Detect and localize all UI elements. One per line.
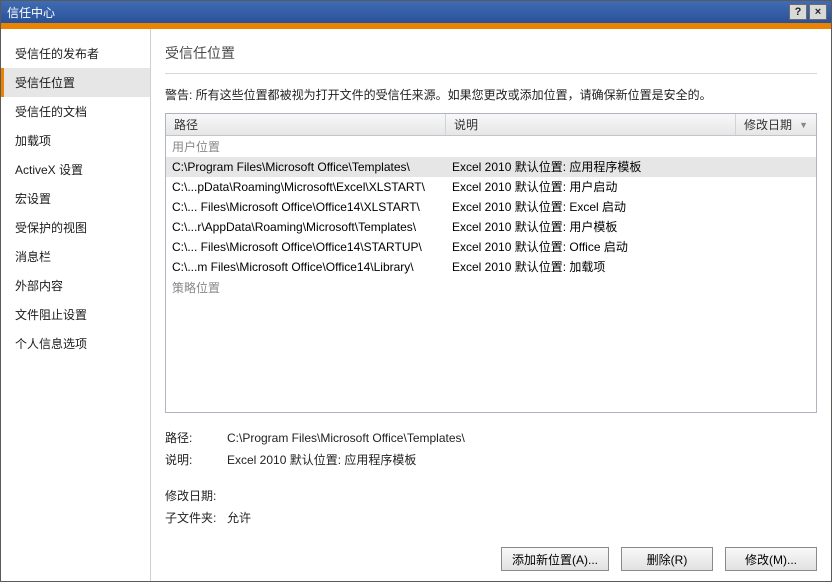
divider [165, 73, 817, 74]
sidebar-item[interactable]: 受信任的文档 [1, 97, 150, 126]
sidebar-item[interactable]: 外部内容 [1, 271, 150, 300]
modify-location-button[interactable]: 修改(M)... [725, 547, 817, 571]
window-control-buttons: ? × [787, 4, 827, 20]
cell-path: C:\...r\AppData\Roaming\Microsoft\Templa… [166, 218, 446, 236]
cell-description: Excel 2010 默认位置: Excel 启动 [446, 198, 736, 216]
cell-description: Excel 2010 默认位置: 用户启动 [446, 178, 736, 196]
sort-descending-icon: ▼ [799, 120, 808, 130]
cell-path: C:\... Files\Microsoft Office\Office14\S… [166, 238, 446, 256]
list-item[interactable]: C:\... Files\Microsoft Office\Office14\X… [166, 197, 816, 217]
cell-description: Excel 2010 默认位置: Office 启动 [446, 238, 736, 256]
cell-date [736, 238, 816, 256]
sidebar-item[interactable]: 文件阻止设置 [1, 300, 150, 329]
cell-date [736, 158, 816, 176]
detail-desc-value: Excel 2010 默认位置: 应用程序模板 [227, 449, 817, 471]
warning-text: 警告: 所有这些位置都被视为打开文件的受信任来源。如果您更改或添加位置，请确保新… [165, 86, 817, 103]
remove-location-button[interactable]: 删除(R) [621, 547, 713, 571]
list-item[interactable]: C:\Program Files\Microsoft Office\Templa… [166, 157, 816, 177]
cell-path: C:\Program Files\Microsoft Office\Templa… [166, 158, 446, 176]
list-body[interactable]: 用户位置C:\Program Files\Microsoft Office\Te… [166, 136, 816, 412]
sidebar-item[interactable]: 加载项 [1, 126, 150, 155]
detail-date-value [227, 485, 817, 507]
sidebar-item[interactable]: 受信任的发布者 [1, 39, 150, 68]
detail-path-value: C:\Program Files\Microsoft Office\Templa… [227, 427, 817, 449]
detail-desc-label: 说明: [165, 449, 227, 471]
detail-path-label: 路径: [165, 427, 227, 449]
cell-description: Excel 2010 默认位置: 用户模板 [446, 218, 736, 236]
cell-date [736, 198, 816, 216]
cell-description: Excel 2010 默认位置: 应用程序模板 [446, 158, 736, 176]
titlebar: 信任中心 ? × [1, 1, 831, 23]
sidebar-item[interactable]: 消息栏 [1, 242, 150, 271]
column-header-description[interactable]: 说明 [446, 114, 736, 135]
detail-subfolder-value: 允许 [227, 507, 817, 529]
sidebar-item[interactable]: 宏设置 [1, 184, 150, 213]
help-button[interactable]: ? [789, 4, 807, 20]
sidebar: 受信任的发布者受信任位置受信任的文档加载项ActiveX 设置宏设置受保护的视图… [1, 29, 151, 581]
list-item[interactable]: C:\...r\AppData\Roaming\Microsoft\Templa… [166, 217, 816, 237]
trust-center-window: 信任中心 ? × 受信任的发布者受信任位置受信任的文档加载项ActiveX 设置… [0, 0, 832, 582]
cell-description: Excel 2010 默认位置: 加载项 [446, 258, 736, 276]
list-group-header: 策略位置 [166, 277, 816, 298]
cell-date [736, 218, 816, 236]
cell-path: C:\... Files\Microsoft Office\Office14\X… [166, 198, 446, 216]
cell-date [736, 178, 816, 196]
sidebar-item[interactable]: 受信任位置 [1, 68, 150, 97]
cell-path: C:\...pData\Roaming\Microsoft\Excel\XLST… [166, 178, 446, 196]
column-header-date[interactable]: 修改日期 ▼ [736, 114, 816, 135]
cell-date [736, 258, 816, 276]
action-buttons: 添加新位置(A)... 删除(R) 修改(M)... [501, 547, 817, 571]
location-details: 路径: C:\Program Files\Microsoft Office\Te… [165, 427, 817, 529]
sidebar-item[interactable]: 受保护的视图 [1, 213, 150, 242]
dialog-body: 受信任的发布者受信任位置受信任的文档加载项ActiveX 设置宏设置受保护的视图… [1, 29, 831, 581]
trusted-locations-list: 路径 说明 修改日期 ▼ 用户位置C:\Program Files\Micros… [165, 113, 817, 413]
list-item[interactable]: C:\... Files\Microsoft Office\Office14\S… [166, 237, 816, 257]
panel-heading: 受信任位置 [165, 43, 817, 63]
sidebar-item[interactable]: 个人信息选项 [1, 329, 150, 358]
column-header-date-label: 修改日期 [744, 116, 792, 133]
sidebar-item[interactable]: ActiveX 设置 [1, 155, 150, 184]
cell-path: C:\...m Files\Microsoft Office\Office14\… [166, 258, 446, 276]
detail-date-label: 修改日期: [165, 485, 227, 507]
column-header-path[interactable]: 路径 [166, 114, 446, 135]
detail-subfolder-label: 子文件夹: [165, 507, 227, 529]
main-panel: 受信任位置 警告: 所有这些位置都被视为打开文件的受信任来源。如果您更改或添加位… [151, 29, 831, 581]
window-title: 信任中心 [7, 4, 787, 21]
list-item[interactable]: C:\...m Files\Microsoft Office\Office14\… [166, 257, 816, 277]
close-button[interactable]: × [809, 4, 827, 20]
list-item[interactable]: C:\...pData\Roaming\Microsoft\Excel\XLST… [166, 177, 816, 197]
list-header: 路径 说明 修改日期 ▼ [166, 114, 816, 136]
add-location-button[interactable]: 添加新位置(A)... [501, 547, 609, 571]
list-group-header: 用户位置 [166, 136, 816, 157]
